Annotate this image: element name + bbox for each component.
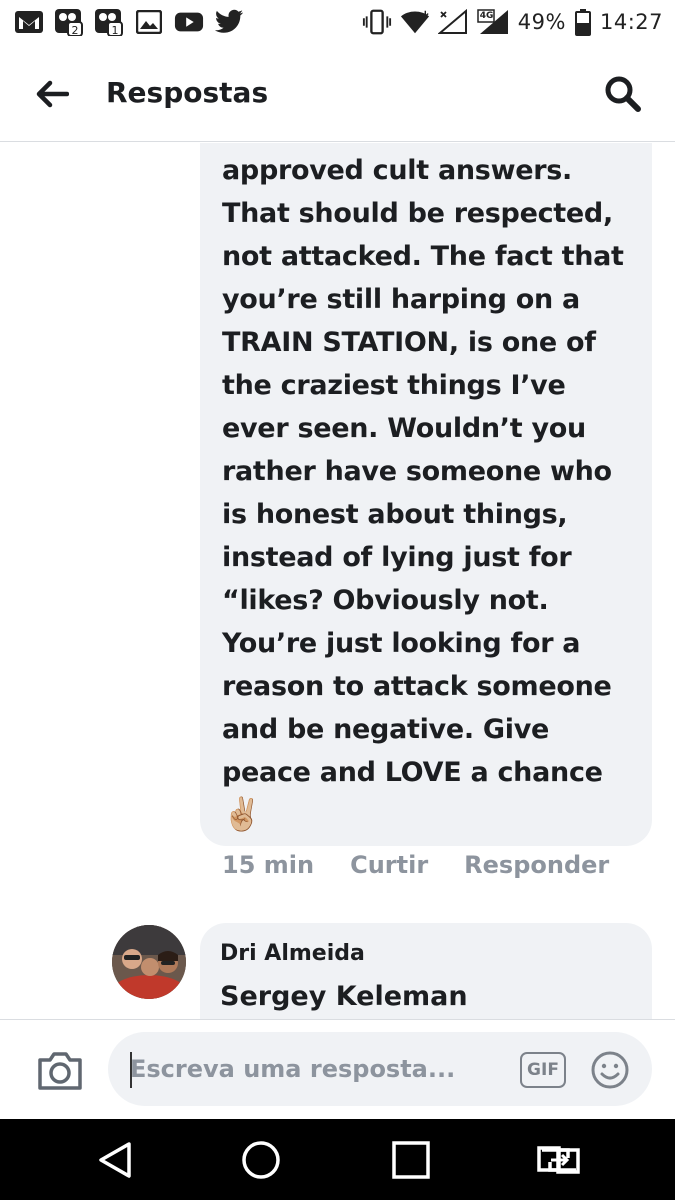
recents-square-icon [392,1141,430,1179]
gmail-icon [14,8,44,36]
arrow-left-icon [36,80,69,108]
gif-button[interactable]: GIF [520,1052,566,1088]
like-button[interactable]: Curtir [350,851,428,879]
back-button[interactable] [30,74,74,114]
reply-composer: GIF [0,1019,675,1119]
system-indicators: 4G 49% 14:27 [362,8,663,36]
home-circle-icon [242,1141,280,1179]
camera-icon [38,1052,82,1090]
svg-text:1: 1 [112,24,119,36]
replies-thread[interactable]: approved cult answers. That should be re… [0,143,675,1019]
signal-icon [437,8,468,36]
peace-emoji: ✌🏼 [222,795,262,833]
twitter-icon [214,8,244,36]
battery-percent: 49% [517,10,566,34]
network-type-label: 4G [479,11,494,21]
search-icon [605,76,641,112]
smiley-icon [591,1051,629,1089]
app-header: Respostas [0,46,675,142]
reply-input-container: GIF [108,1032,652,1106]
vibrate-icon [362,8,392,36]
page-title: Respostas [106,76,269,109]
messenger-2-icon: 2 [54,8,84,36]
reply-button[interactable]: Responder [464,851,609,879]
nav-switch-apps-button[interactable] [536,1137,582,1183]
avatar[interactable] [112,925,186,999]
signal-4g-icon: 4G [476,8,510,36]
status-bar: 2 1 4G 49% 14:27 [0,0,675,46]
wifi-icon [400,8,430,36]
svg-text:2: 2 [72,24,79,36]
comment-timestamp: 15 min [222,851,315,879]
reply-text: Sergey Keleman [220,981,468,1012]
battery-icon [574,8,592,36]
emoji-button[interactable] [590,1050,630,1090]
nav-home-button[interactable] [238,1137,284,1183]
nav-back-button[interactable] [92,1137,138,1183]
reply-item: Dri Almeida Sergey Keleman [110,923,655,1019]
reply-bubble[interactable]: Dri Almeida Sergey Keleman [200,923,652,1019]
gallery-icon [134,8,164,36]
youtube-icon [174,8,204,36]
clock: 14:27 [599,10,663,34]
search-button[interactable] [601,72,645,116]
reply-author[interactable]: Dri Almeida [220,939,632,969]
messenger-1-icon: 1 [94,8,124,36]
comment-bubble[interactable]: approved cult answers. That should be re… [200,143,652,846]
reply-input[interactable] [130,1032,510,1106]
nav-recents-button[interactable] [388,1137,434,1183]
comment-actions: 15 min Curtir Responder [222,851,609,879]
camera-button[interactable] [36,1048,84,1092]
comment-text: approved cult answers. That should be re… [222,155,633,788]
switch-apps-icon [537,1146,580,1174]
notification-icons: 2 1 [14,8,244,36]
back-triangle-icon [99,1142,131,1178]
system-navigation-bar [0,1119,675,1200]
